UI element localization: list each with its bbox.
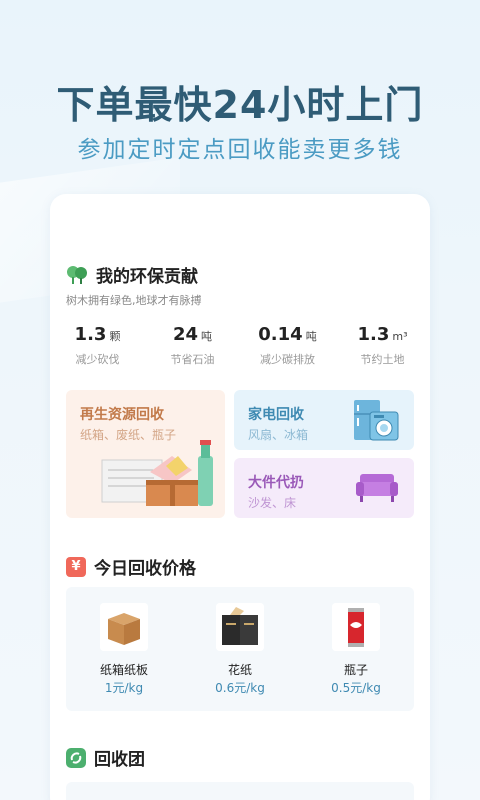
hero-banner: 下单最快24小时上门 参加定时定点回收能卖更多钱 bbox=[0, 0, 480, 303]
bulky-item-service-tile[interactable]: 大件代扔 沙发、床 bbox=[234, 458, 414, 518]
price-title-text: 今日回收价格 bbox=[94, 559, 196, 579]
eco-stats: 1.3 颗 减少砍伐 24 吨 节省石油 0.14 吨 减少碳排放 1.3 m³ 节约土… bbox=[50, 324, 430, 367]
price-list: 纸箱纸板 1元/kg 花纸 0.6元/kg 瓶子 0.5元/kg bbox=[66, 587, 414, 711]
stat-carbon: 0.14 吨 减少碳排放 bbox=[240, 324, 335, 367]
item-name: 纸箱纸板 bbox=[99, 663, 148, 677]
stat-unit: m³ bbox=[392, 330, 408, 343]
stat-value: 1.3 bbox=[74, 324, 107, 345]
eco-section-title: 我的环保贡献 bbox=[66, 262, 198, 287]
stat-unit: 吨 bbox=[305, 330, 317, 343]
stat-unit: 颗 bbox=[109, 330, 121, 343]
appliance-icon bbox=[354, 400, 399, 441]
soda-can-icon bbox=[332, 603, 380, 651]
stat-unit: 吨 bbox=[201, 330, 213, 343]
stat-value: 24 bbox=[172, 324, 199, 345]
group-title-text: 回收团 bbox=[94, 750, 145, 770]
stat-label: 节约土地 bbox=[360, 353, 405, 366]
group-content[interactable] bbox=[66, 782, 414, 800]
tile-subtitle: 沙发、床 bbox=[248, 496, 297, 510]
main-card: 我的环保贡献 树木拥有绿色,地球才有脉搏 1.3 颗 减少砍伐 24 吨 节省石油 … bbox=[50, 194, 430, 800]
stat-value: 1.3 bbox=[357, 324, 390, 345]
stat-oil: 24 吨 节省石油 bbox=[145, 324, 240, 367]
item-price: 1元/kg bbox=[104, 681, 144, 695]
stat-label: 减少碳排放 bbox=[260, 353, 315, 366]
eco-title-text: 我的环保贡献 bbox=[96, 267, 198, 287]
tile-title: 大件代扔 bbox=[248, 475, 304, 491]
price-item-cardboard[interactable]: 纸箱纸板 1元/kg bbox=[66, 587, 182, 711]
stat-land: 1.3 m³ 节约土地 bbox=[335, 324, 430, 367]
price-item-bottle[interactable]: 瓶子 0.5元/kg bbox=[298, 587, 414, 711]
tile-subtitle: 风扇、冰箱 bbox=[248, 428, 309, 442]
stat-value: 0.14 bbox=[258, 324, 303, 345]
yuan-icon: ¥ bbox=[66, 556, 86, 577]
stat-label: 节省石油 bbox=[170, 353, 215, 366]
item-name: 瓶子 bbox=[343, 663, 368, 677]
cardboard-box-icon bbox=[100, 603, 148, 651]
hero-subtitle: 参加定时定点回收能卖更多钱 bbox=[77, 137, 403, 163]
sofa-icon bbox=[356, 474, 398, 502]
tissue-box-icon bbox=[216, 603, 264, 651]
group-section-title: 回收团 bbox=[66, 745, 145, 770]
item-name: 花纸 bbox=[227, 663, 252, 677]
price-item-tissue[interactable]: 花纸 0.6元/kg bbox=[182, 587, 298, 711]
stat-trees: 1.3 颗 减少砍伐 bbox=[50, 324, 145, 367]
item-price: 0.6元/kg bbox=[215, 681, 265, 695]
tile-title: 家电回收 bbox=[248, 407, 304, 423]
recycle-group-icon bbox=[66, 747, 86, 768]
recycle-items-illustration bbox=[101, 440, 213, 506]
appliance-service-tile[interactable]: 家电回收 风扇、冰箱 bbox=[234, 390, 414, 450]
item-price: 0.5元/kg bbox=[331, 681, 381, 695]
eco-subtitle: 树木拥有绿色,地球才有脉搏 bbox=[66, 294, 202, 307]
hero-title: 下单最快24小时上门 bbox=[56, 83, 424, 127]
price-section-title: ¥ 今日回收价格 bbox=[66, 554, 196, 579]
tree-icon bbox=[66, 264, 88, 286]
stat-label: 减少砍伐 bbox=[75, 353, 120, 366]
recycle-service-tile[interactable]: 再生资源回收 纸箱、废纸、瓶子 bbox=[66, 390, 225, 518]
